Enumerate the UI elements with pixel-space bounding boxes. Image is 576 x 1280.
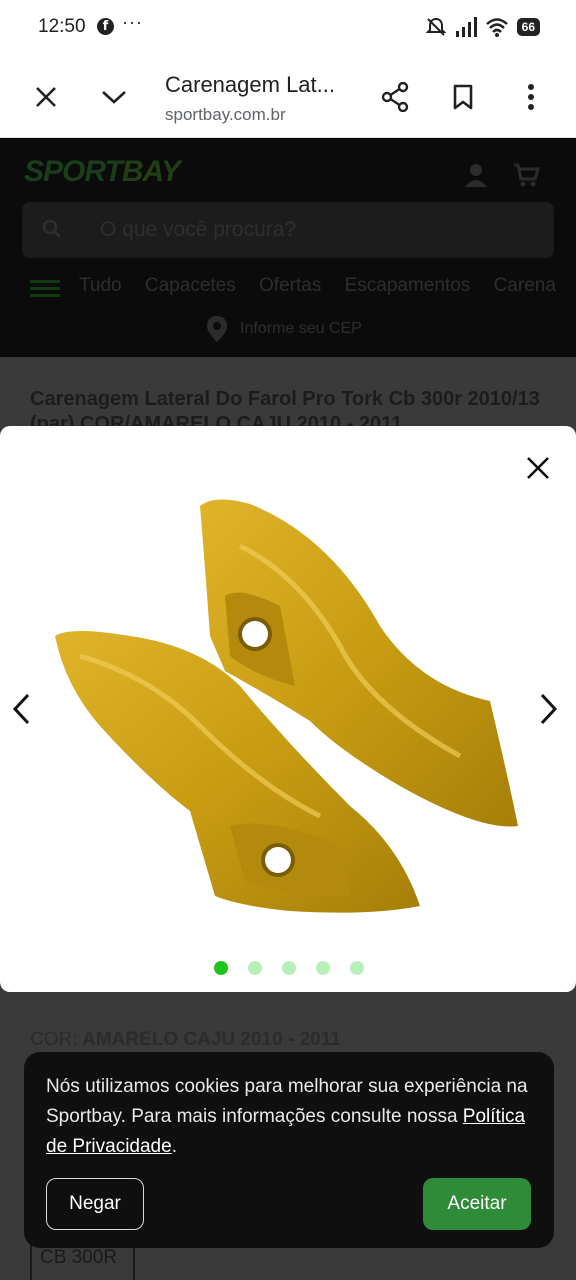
- search-bar[interactable]: O que você procura?: [22, 202, 554, 258]
- wifi-icon: [485, 18, 508, 37]
- nav-item-capacetes[interactable]: Capacetes: [145, 275, 236, 296]
- cep-label: Informe seu CEP: [240, 320, 362, 337]
- product-image: [55, 499, 518, 913]
- prev-arrow-icon[interactable]: [10, 692, 34, 726]
- carousel-dot-2[interactable]: [248, 961, 262, 975]
- cart-icon[interactable]: [512, 161, 540, 189]
- page-url[interactable]: sportbay.com.br: [165, 105, 286, 125]
- share-icon: [381, 82, 409, 112]
- location-pin-icon: [207, 316, 227, 342]
- nav-item-carenagens[interactable]: Carena: [494, 275, 556, 296]
- bookmark-icon: [453, 84, 473, 110]
- page-title[interactable]: Carenagem Lat...: [165, 72, 335, 98]
- category-nav: Tudo Capacetes Ofertas Escapamentos Care…: [0, 271, 576, 303]
- account-icon[interactable]: [462, 161, 490, 189]
- search-input[interactable]: O que você procura?: [100, 218, 296, 242]
- carousel-dot-3[interactable]: [282, 961, 296, 975]
- more-notifications-icon: ···: [122, 12, 143, 32]
- share-button[interactable]: [371, 73, 419, 121]
- mute-icon: [425, 17, 447, 36]
- color-value: AMARELO CAJU 2010 - 2011: [82, 1029, 341, 1050]
- clock: 12:50: [38, 16, 86, 37]
- search-icon: [42, 219, 61, 238]
- site-header: SPORTBAY O que você procura? Tudo Capace…: [0, 139, 576, 357]
- minimize-button[interactable]: [90, 73, 138, 121]
- menu-button[interactable]: [507, 73, 555, 121]
- browser-toolbar: Carenagem Lat... sportbay.com.br: [0, 56, 576, 138]
- nav-item-escapamentos[interactable]: Escapamentos: [345, 275, 471, 296]
- status-bar: 12:50 f ··· 66: [0, 0, 576, 56]
- carousel-dot-1[interactable]: [214, 961, 228, 975]
- deny-cookies-button[interactable]: Negar: [46, 1178, 144, 1230]
- image-gallery-modal: [0, 426, 576, 992]
- carousel-dot-4[interactable]: [316, 961, 330, 975]
- close-tab-button[interactable]: [22, 73, 70, 121]
- nav-item-tudo[interactable]: Tudo: [79, 275, 122, 296]
- cookie-banner: Nós utilizamos cookies para melhorar sua…: [24, 1052, 554, 1248]
- color-selection: COR: AMARELO CAJU 2010 - 2011: [30, 1029, 341, 1051]
- more-vert-icon: [528, 84, 534, 110]
- signal-icon: [455, 17, 477, 37]
- close-icon[interactable]: [526, 456, 550, 480]
- close-icon: [36, 87, 56, 107]
- hamburger-menu-icon[interactable]: [30, 280, 60, 301]
- bookmark-button[interactable]: [439, 73, 487, 121]
- cookie-message: Nós utilizamos cookies para melhorar sua…: [46, 1076, 528, 1157]
- sportbay-logo[interactable]: SPORTBAY: [24, 155, 181, 189]
- accept-cookies-button[interactable]: Aceitar: [423, 1178, 531, 1230]
- battery-icon: 66: [516, 18, 540, 36]
- cep-selector[interactable]: Informe seu CEP: [206, 314, 362, 344]
- carousel-dots: [214, 961, 364, 975]
- color-label: COR:: [30, 1029, 78, 1050]
- facebook-icon: f: [97, 18, 114, 35]
- chevron-down-icon: [102, 91, 126, 104]
- nav-item-ofertas[interactable]: Ofertas: [259, 275, 321, 296]
- carousel-dot-5[interactable]: [350, 961, 364, 975]
